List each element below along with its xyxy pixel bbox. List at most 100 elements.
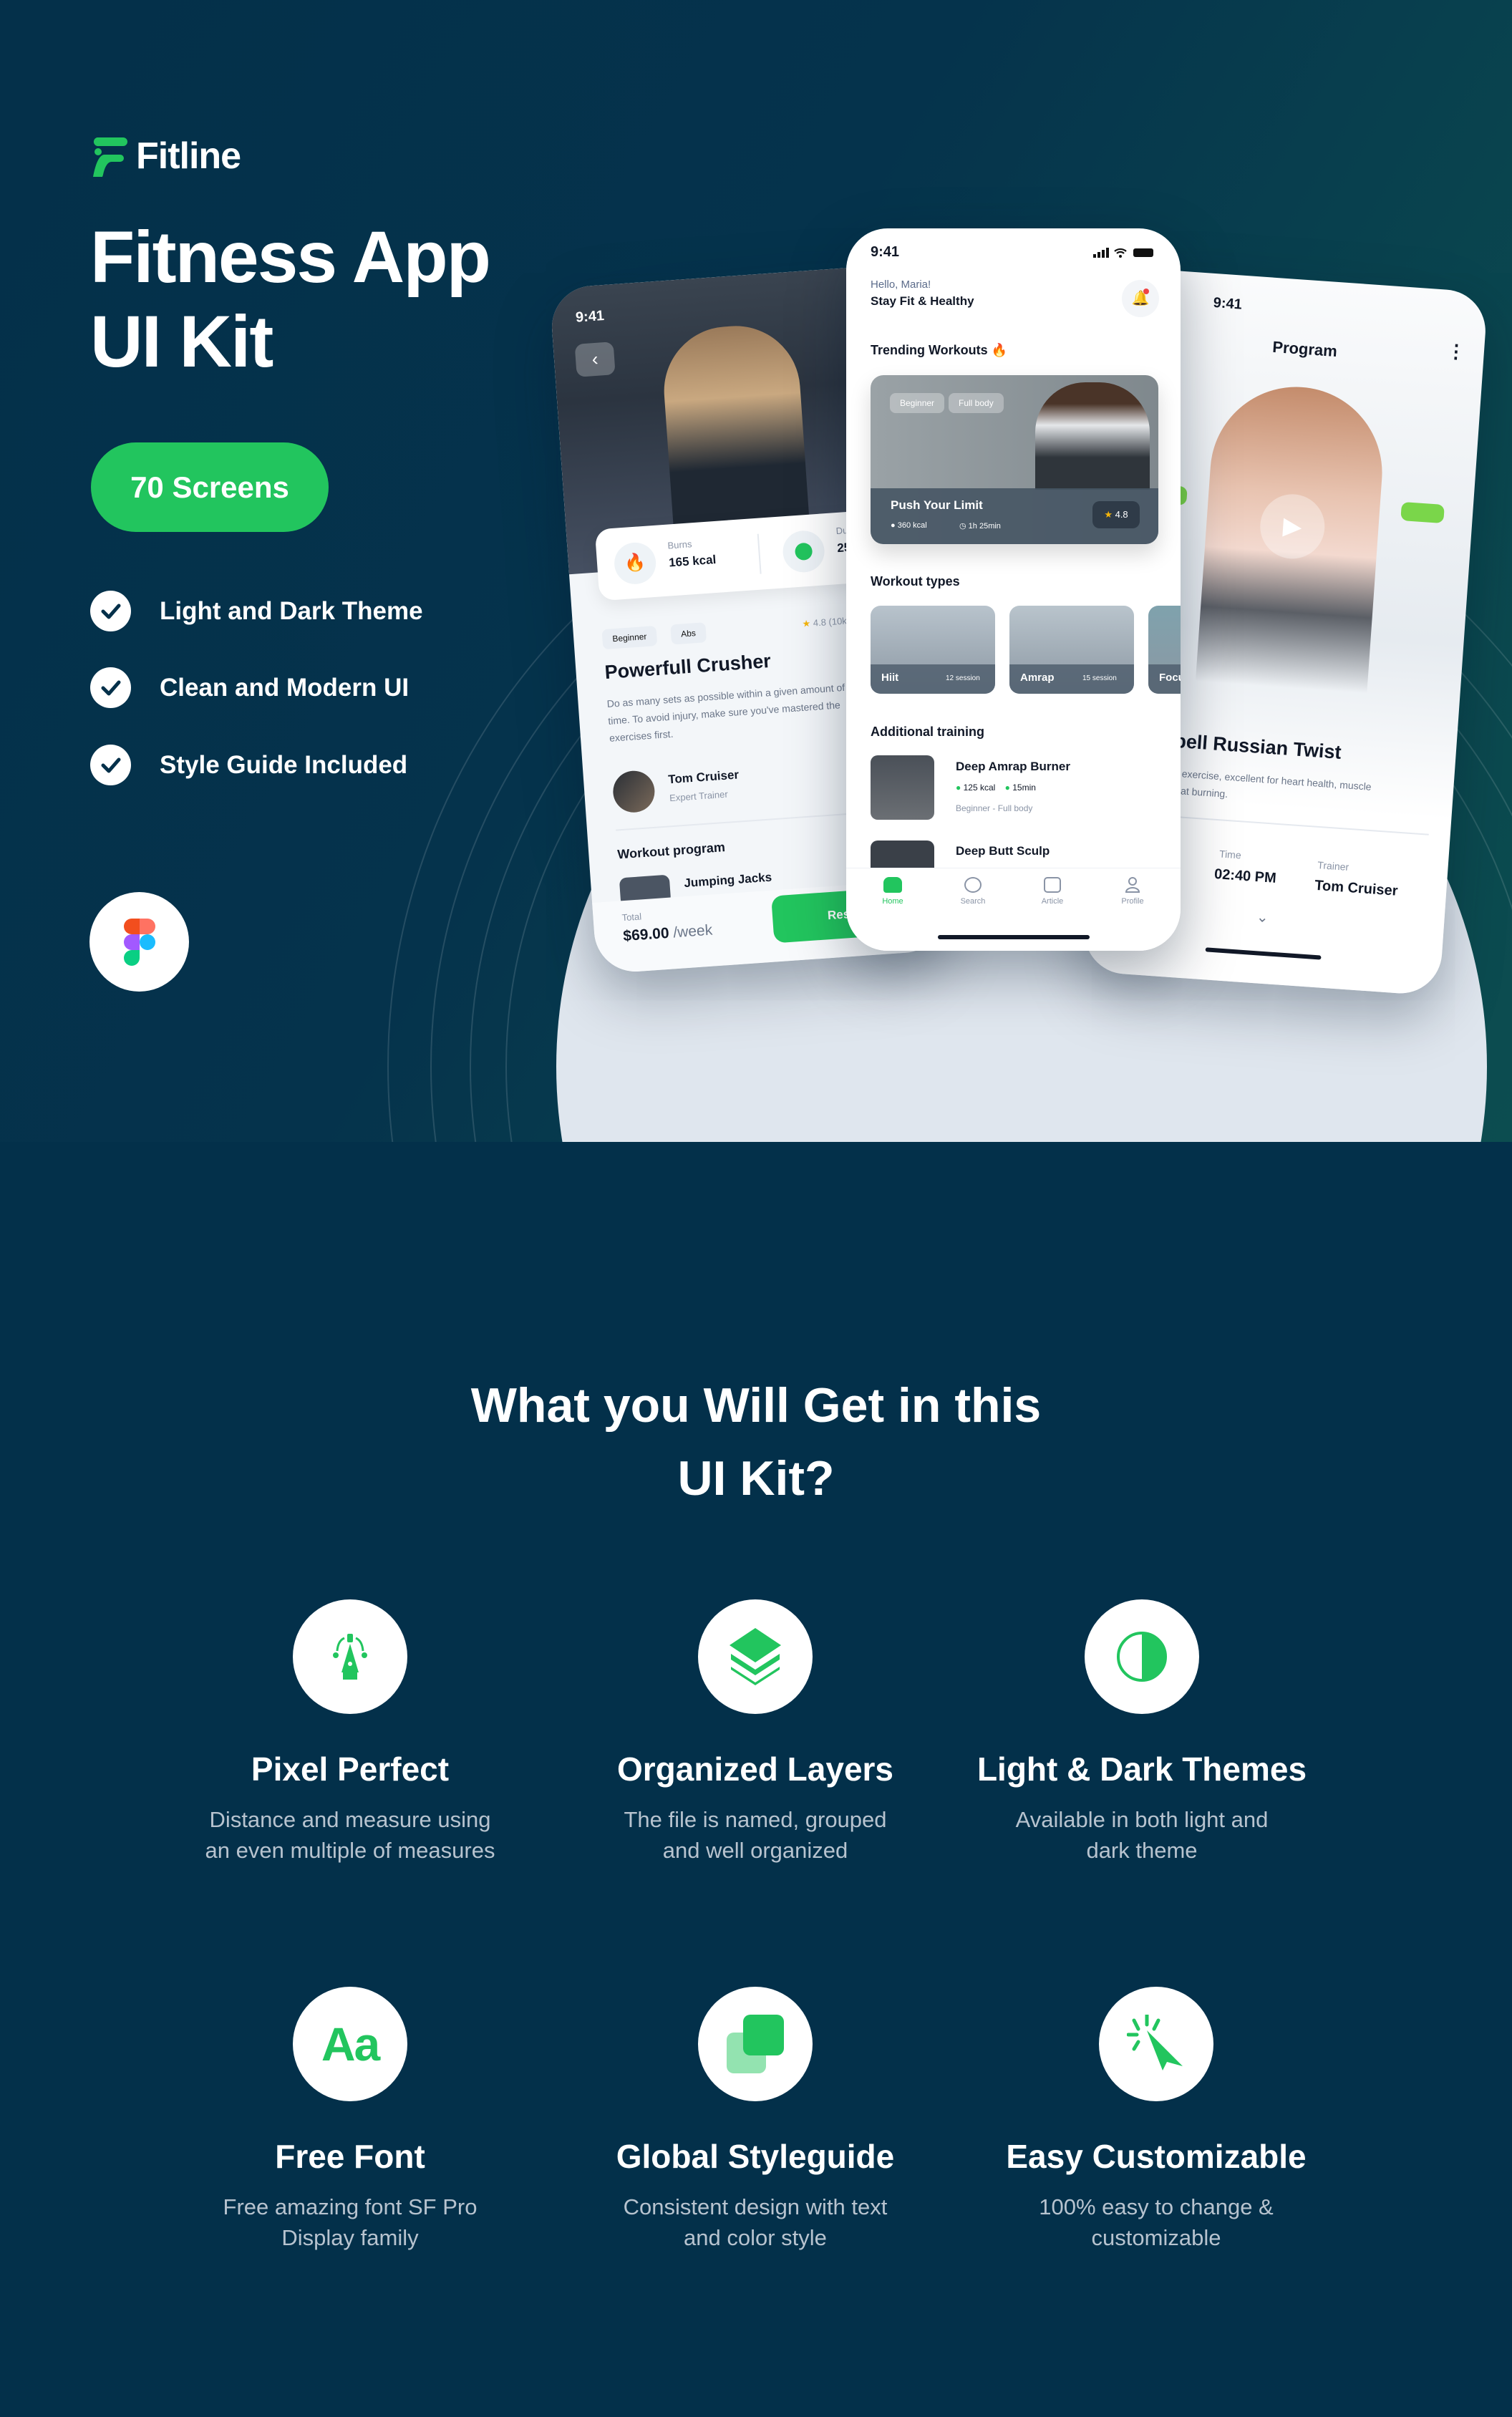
clock-icon xyxy=(781,529,826,574)
home-indicator xyxy=(938,935,1090,939)
trending-kcal: ● 360 kcal xyxy=(891,521,927,530)
tab-home[interactable]: Home xyxy=(861,877,925,906)
types-heading: Workout types xyxy=(871,574,960,588)
font-icon: Aa xyxy=(293,1987,407,2101)
workout-title: Powerfull Crusher xyxy=(604,649,772,684)
tag: Full body xyxy=(949,393,1004,413)
benefit-description: Consistent design with text and color sty… xyxy=(623,2194,888,2250)
feature-label: Style Guide Included xyxy=(160,750,408,779)
status-time: 9:41 xyxy=(1213,294,1243,313)
feature-item: Style Guide Included xyxy=(90,745,407,785)
workout-description: Do as many sets as possible within a giv… xyxy=(606,681,845,744)
training-title[interactable]: Deep Butt Sculp xyxy=(956,844,1050,858)
check-icon xyxy=(90,591,131,631)
feature-item: Light and Dark Theme xyxy=(90,591,423,631)
benefit-item: Pixel Perfect Distance and measure using… xyxy=(150,1599,551,1866)
trending-duration: ◷ 1h 25min xyxy=(959,522,1001,531)
workout-type-card[interactable]: Focus xyxy=(1148,606,1181,694)
time-label: Time xyxy=(1218,848,1242,861)
training-title[interactable]: Deep Amrap Burner xyxy=(956,760,1070,774)
exercise-description: exercise, excellent for heart health, mu… xyxy=(1180,767,1372,800)
profile-icon xyxy=(1125,877,1140,893)
benefit-item: Organized Layers The file is named, grou… xyxy=(555,1599,956,1866)
cursor-click-icon xyxy=(1099,1987,1213,2101)
figma-icon xyxy=(89,892,189,992)
trending-title: Push Your Limit xyxy=(891,498,983,512)
feature-label: Light and Dark Theme xyxy=(160,596,423,625)
search-icon xyxy=(964,877,982,893)
benefit-title: Light & Dark Themes xyxy=(976,1750,1307,1788)
price: $69.00 /week xyxy=(622,921,713,945)
training-thumbnail xyxy=(871,841,934,869)
additional-heading: Additional training xyxy=(871,725,984,739)
benefit-title: Global Styleguide xyxy=(616,2138,895,2175)
burns-label: Burns xyxy=(667,538,692,551)
tab-bar: Home Search Article Profile xyxy=(846,868,1181,951)
benefit-description: Free amazing font SF Pro Display family xyxy=(223,2194,478,2250)
fire-icon: ● xyxy=(956,783,961,793)
tag: Beginner xyxy=(601,625,658,650)
screens-count-button[interactable]: 70 Screens xyxy=(91,442,329,532)
trainer-label: Trainer xyxy=(1317,858,1349,873)
star-icon: ★ xyxy=(1104,509,1113,520)
notification-bell-icon[interactable]: 🔔 xyxy=(1122,280,1159,317)
benefit-description: Available in both light and dark theme xyxy=(1015,1807,1269,1863)
benefit-item: Light & Dark Themes Available in both li… xyxy=(941,1599,1342,1866)
fire-icon: 🔥 xyxy=(613,541,658,586)
title-line: UI Kit xyxy=(90,301,273,382)
program-heading: Workout program xyxy=(616,840,726,862)
check-icon xyxy=(90,667,131,708)
logo-icon xyxy=(93,137,127,180)
hero-section: Fitline Fitness App UI Kit 70 Screens Li… xyxy=(0,0,1512,1142)
tag: Abs xyxy=(670,622,707,645)
pen-tool-icon xyxy=(293,1599,407,1714)
benefit-title: Organized Layers xyxy=(616,1750,894,1788)
workout-type-card[interactable]: Hiit 12 session xyxy=(871,606,995,694)
training-stats: ● 125 kcal ● 15min xyxy=(956,783,1036,793)
trending-heading: Trending Workouts 🔥 xyxy=(871,343,1008,357)
layers-icon xyxy=(698,1599,813,1714)
tab-profile[interactable]: Profile xyxy=(1100,877,1165,906)
benefit-title: Pixel Perfect xyxy=(251,1750,450,1788)
time-value: 02:40 PM xyxy=(1213,866,1277,886)
benefit-item: Aa Free Font Free amazing font SF Pro Dis… xyxy=(150,1987,551,2253)
title-line: Fitness App xyxy=(90,216,491,298)
more-icon[interactable]: ⋮ xyxy=(1446,340,1466,363)
home-icon xyxy=(883,877,902,893)
program-item: Jumping Jacks xyxy=(683,870,772,891)
tag: Beginner xyxy=(890,393,945,413)
feature-label: Clean and Modern UI xyxy=(160,673,410,702)
fire-icon: 🔥 xyxy=(991,343,1008,357)
article-icon xyxy=(1044,877,1061,893)
benefit-title: Free Font xyxy=(275,2138,425,2175)
trainer-avatar xyxy=(611,769,656,814)
training-meta: Beginner - Full body xyxy=(956,803,1033,813)
page-title: Fitness App UI Kit xyxy=(90,215,491,384)
status-time: 9:41 xyxy=(871,244,900,260)
benefit-description: Distance and measure using an even multip… xyxy=(205,1807,495,1863)
status-time: 9:41 xyxy=(575,308,605,326)
styleguide-icon xyxy=(698,1987,813,2101)
home-indicator xyxy=(1205,947,1322,960)
rating-badge: ★ 4.8 xyxy=(1092,501,1140,528)
chevron-down-icon[interactable]: ⌄ xyxy=(1256,908,1269,926)
benefit-title: Easy Customizable xyxy=(1006,2138,1307,2175)
trainer-value: Tom Cruiser xyxy=(1314,877,1399,899)
burns-value: 165 kcal xyxy=(668,552,717,570)
trainer-name: Tom Cruiser xyxy=(667,767,740,787)
tab-article[interactable]: Article xyxy=(1020,877,1085,906)
status-icons xyxy=(1093,247,1158,262)
workout-type-card[interactable]: Amrap 15 session xyxy=(1009,606,1134,694)
benefit-description: 100% easy to change & customizable xyxy=(1039,2194,1274,2250)
clock-icon: ● xyxy=(1004,783,1010,793)
feature-item: Clean and Modern UI xyxy=(90,667,409,708)
benefit-item: Easy Customizable 100% easy to change & c… xyxy=(956,1987,1357,2253)
back-button[interactable]: ‹ xyxy=(574,342,616,377)
total-label: Total xyxy=(621,911,642,924)
tab-search[interactable]: Search xyxy=(941,877,1005,906)
trending-workout-card[interactable]: Beginner Full body Push Your Limit ● 360… xyxy=(871,375,1158,544)
training-thumbnail xyxy=(871,755,934,820)
benefits-heading: What you Will Get in this UI Kit? xyxy=(470,1378,1042,1506)
check-icon xyxy=(90,745,131,785)
benefit-description: The file is named, grouped and well organ… xyxy=(624,1807,887,1863)
